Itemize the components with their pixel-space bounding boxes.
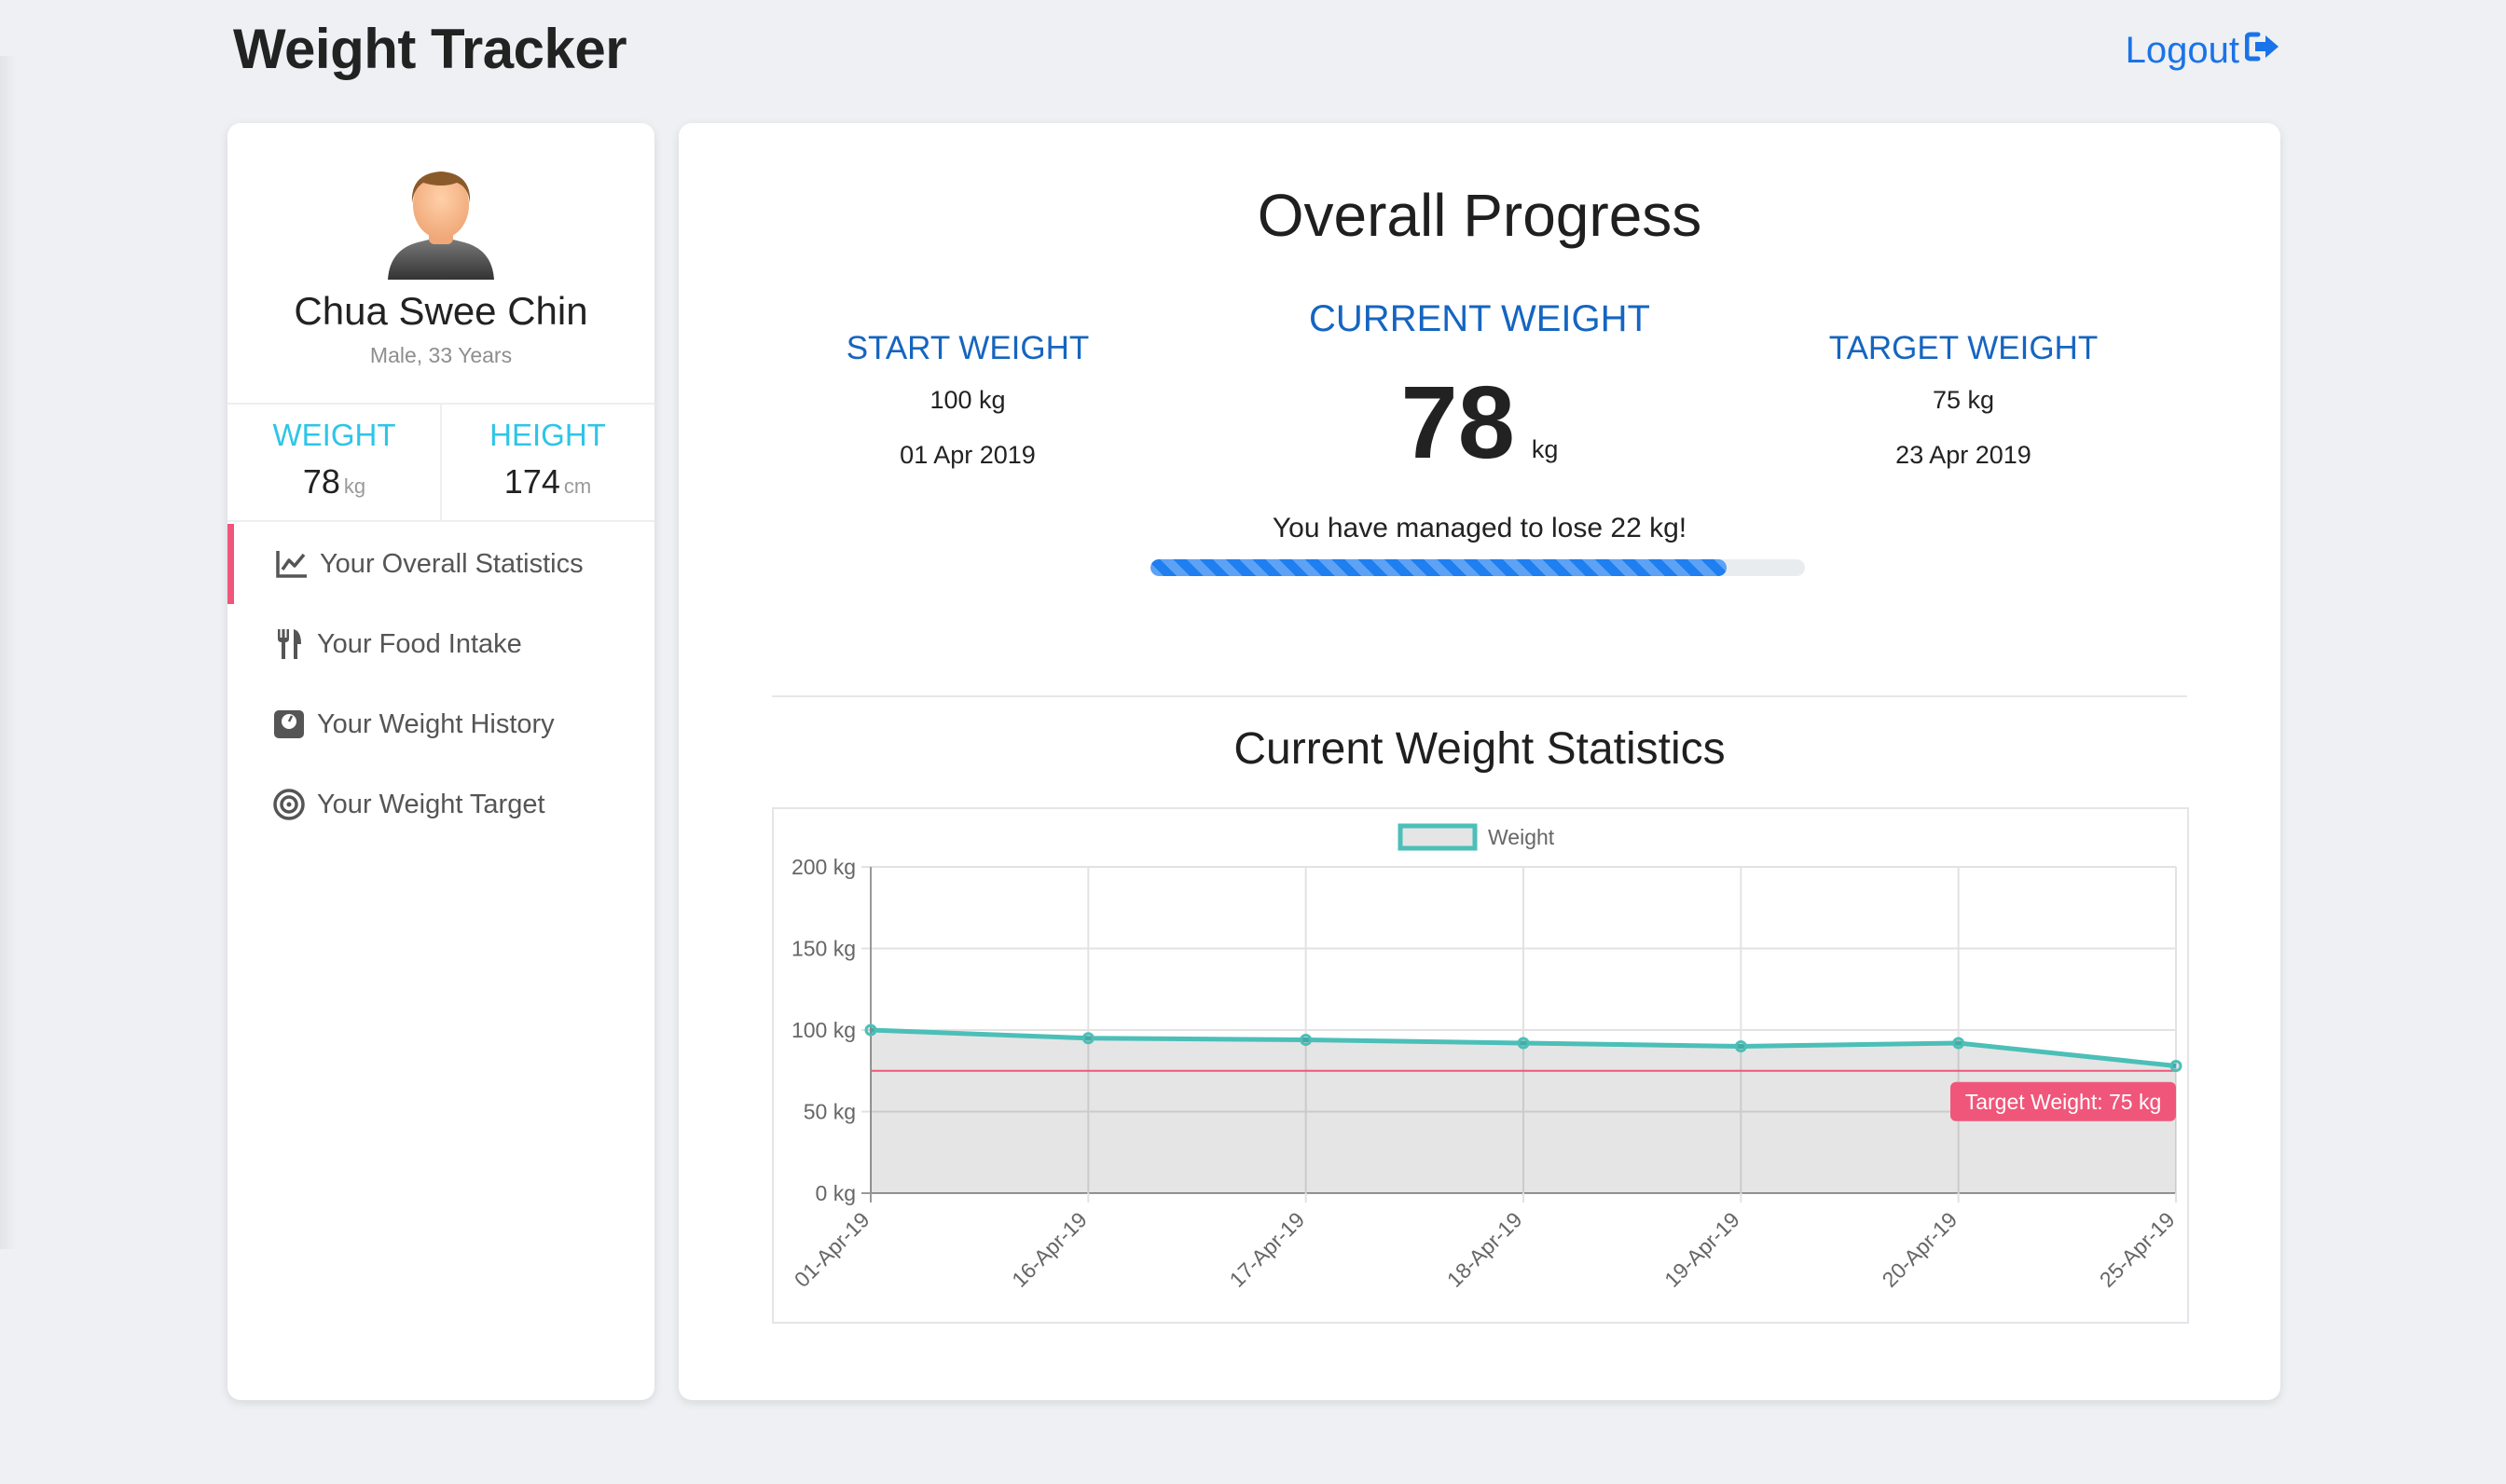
weight-point <box>1081 1032 1095 1045</box>
target-date: 23 Apr 2019 <box>1895 441 2031 469</box>
page-title: Overall Progress <box>1257 182 1702 249</box>
x-tick-label: 17-Apr-19 <box>1224 1207 1309 1292</box>
x-tick-label: 16-Apr-19 <box>1007 1207 1092 1292</box>
start-date: 01 Apr 2019 <box>900 441 1036 469</box>
user-name: Chua Swee Chin <box>294 289 588 333</box>
current-weight-column: CURRENT WEIGHT 78 kg <box>1246 298 1713 474</box>
sidebar-item-label: Your Food Intake <box>317 628 522 659</box>
user-subtitle: Male, 33 Years <box>369 343 513 367</box>
current-weight-value: 78 <box>1400 365 1515 480</box>
x-tick-label: 25-Apr-19 <box>2095 1207 2180 1292</box>
target-weight-column: TARGET WEIGHT 75 kg 23 Apr 2019 <box>1768 330 2159 470</box>
sidebar-item-label: Your Overall Statistics <box>320 548 584 579</box>
weight-stat-label: WEIGHT <box>272 418 396 452</box>
progress-message: You have managed to lose 22 kg! <box>1272 513 1687 543</box>
avatar <box>380 160 502 282</box>
y-tick-label: 200 kg <box>792 855 856 879</box>
weight-point <box>1517 1037 1530 1050</box>
sidebar-item-weight-target[interactable]: Your Weight Target <box>227 764 654 845</box>
weight-point <box>2169 1060 2182 1072</box>
sidebar-item-food-intake[interactable]: Your Food Intake <box>227 604 654 684</box>
progress-bar <box>1150 559 1805 576</box>
weight-point <box>1300 1034 1313 1046</box>
utensils-icon <box>270 625 308 663</box>
logout-link[interactable]: Logout <box>2126 30 2280 72</box>
y-tick-label: 50 kg <box>804 1100 856 1124</box>
weight-chart-svg: 0 kg 50 kg 100 kg 150 kg 200 kg 01-Apr-19 16-A… <box>790 823 2182 1292</box>
window-edge-shadow <box>0 56 17 1249</box>
height-value: 174 <box>503 462 560 501</box>
x-tick-label: 20-Apr-19 <box>1877 1207 1962 1292</box>
weight-value: 78 <box>302 462 340 501</box>
legend-label: Weight <box>1488 825 1555 849</box>
start-weight-label: START WEIGHT <box>846 330 1090 366</box>
current-weight-label: CURRENT WEIGHT <box>1309 298 1650 339</box>
current-weight-display: 78 kg <box>1246 372 1713 474</box>
start-weight-column: START WEIGHT 100 kg 01 Apr 2019 <box>772 330 1164 470</box>
weight-chart: 0 kg 50 kg 100 kg 150 kg 200 kg 01-Apr-19 16-A… <box>772 807 2189 1324</box>
x-tick-label: 18-Apr-19 <box>1442 1207 1527 1292</box>
weight-point <box>1734 1040 1747 1052</box>
height-stat-value: 174 cm <box>441 462 654 502</box>
sidebar-item-overall-statistics[interactable]: Your Overall Statistics <box>227 524 661 604</box>
target-label-text: Target Weight: 75 kg <box>1965 1090 2162 1114</box>
sidebar-item-label: Your Weight Target <box>317 789 545 819</box>
sidebar-item-weight-history[interactable]: Your Weight History <box>227 684 654 764</box>
sign-out-icon <box>2244 30 2280 72</box>
scale-icon <box>270 706 308 743</box>
divider <box>227 520 654 522</box>
weight-stat-value: 78 kg <box>227 462 441 502</box>
sidebar-item-label: Your Weight History <box>317 708 555 739</box>
start-weight-value: 100 kg <box>929 386 1006 414</box>
profile-sidebar: Chua Swee Chin Male, 33 Years WEIGHT 78 k… <box>227 123 654 1400</box>
x-tick-label: 19-Apr-19 <box>1659 1207 1744 1292</box>
main-panel: Overall Progress START WEIGHT 100 kg 01 … <box>679 123 2280 1400</box>
target-icon <box>270 786 308 823</box>
app-title: Weight Tracker <box>233 18 627 80</box>
y-tick-label: 0 kg <box>816 1181 856 1205</box>
legend-swatch <box>1398 823 1478 851</box>
weight-point <box>864 1024 877 1037</box>
line-chart-icon <box>273 545 310 583</box>
stats-title: Current Weight Statistics <box>1233 724 1726 774</box>
weight-point <box>1952 1037 1965 1050</box>
divider <box>772 695 2187 697</box>
x-tick-label: 01-Apr-19 <box>790 1207 874 1292</box>
y-tick-label: 150 kg <box>792 937 856 961</box>
y-tick-label: 100 kg <box>792 1018 856 1042</box>
height-unit: cm <box>563 474 592 498</box>
height-stat-label: HEIGHT <box>489 418 606 452</box>
target-weight-value: 75 kg <box>1932 386 1995 414</box>
logout-label: Logout <box>2125 30 2239 71</box>
target-weight-label: TARGET WEIGHT <box>1828 330 2099 366</box>
current-weight-unit: kg <box>1531 435 1559 463</box>
weight-unit: kg <box>343 474 366 498</box>
progress-bar-fill <box>1150 559 1727 576</box>
